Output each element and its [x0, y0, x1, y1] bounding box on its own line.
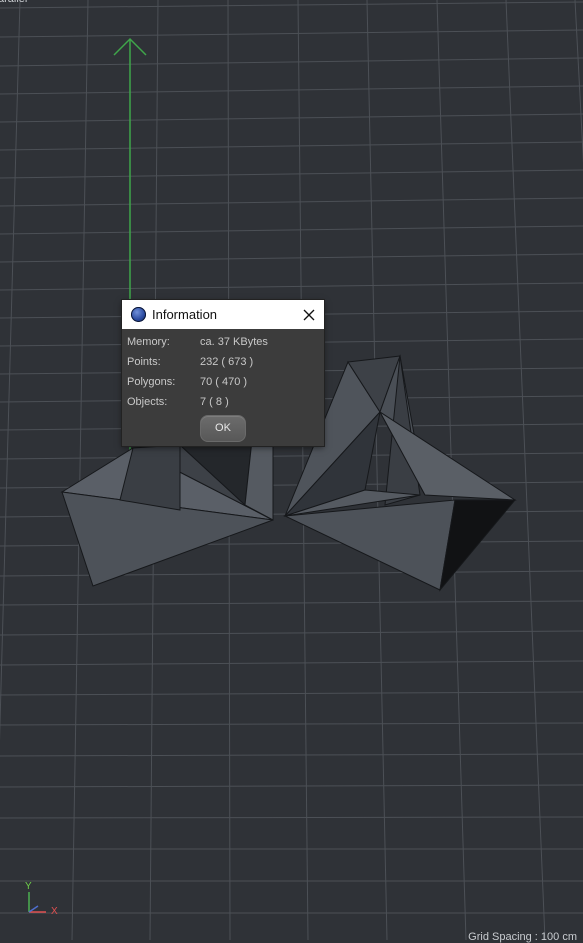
cinema4d-app-icon: [131, 307, 146, 322]
info-value: 70 ( 470 ): [200, 376, 248, 388]
close-button[interactable]: [294, 300, 324, 329]
info-row-memory: Memory: ca. 37 KBytes: [127, 336, 268, 348]
grid-spacing-label: Grid Spacing : 100 cm: [468, 931, 577, 943]
world-axis-x-label: X: [51, 906, 58, 917]
dialog-title: Information: [152, 307, 218, 322]
info-label: Points:: [127, 356, 161, 368]
info-row-points: Points: 232 ( 673 ): [127, 356, 253, 368]
info-label: Polygons:: [127, 376, 176, 388]
info-label: Objects:: [127, 396, 168, 408]
ok-button[interactable]: OK: [200, 415, 246, 442]
info-value: 7 ( 8 ): [200, 396, 229, 408]
information-dialog: Information Memory: ca. 37 KBytes Points…: [122, 300, 324, 446]
info-value: ca. 37 KBytes: [200, 336, 268, 348]
viewport-projection-label: arallel: [0, 0, 27, 5]
dialog-titlebar[interactable]: Information: [122, 300, 324, 329]
info-row-objects: Objects: 7 ( 8 ): [127, 396, 229, 408]
info-value: 232 ( 673 ): [200, 356, 254, 368]
info-row-polygons: Polygons: 70 ( 470 ): [127, 376, 247, 388]
world-axis-icon: [28, 892, 46, 913]
info-label: Memory:: [127, 336, 170, 348]
3d-viewport[interactable]: [0, 0, 583, 940]
close-icon: [303, 309, 315, 320]
